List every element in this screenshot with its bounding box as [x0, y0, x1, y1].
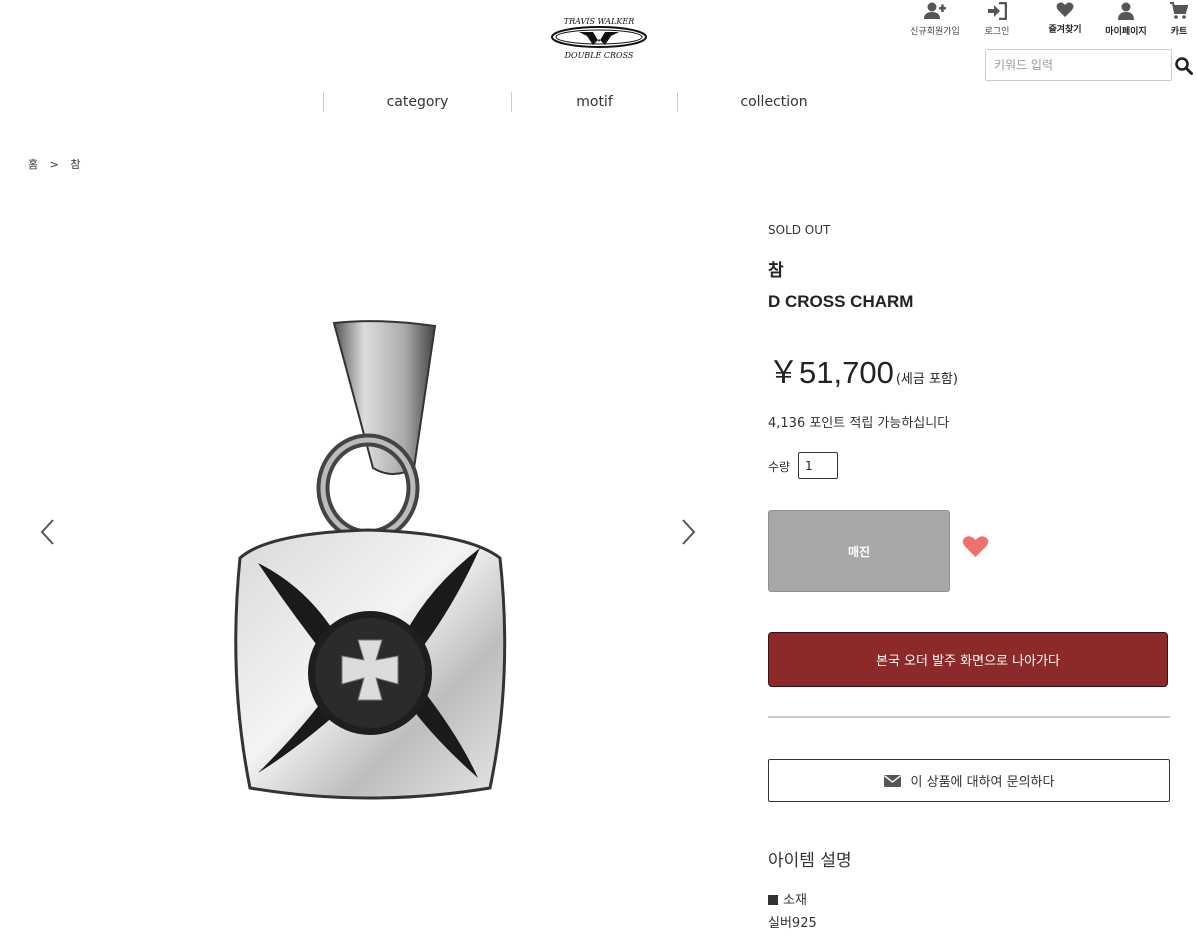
logo-text-top: TRAVIS WALKER — [564, 17, 634, 26]
spec-value: 실버925 — [768, 916, 817, 931]
spec-label-text: 소재 — [783, 893, 807, 908]
product-category: 참 — [768, 261, 784, 281]
cart-label: 카트 — [1170, 27, 1188, 37]
sign-in-icon — [988, 2, 1007, 20]
main-nav: category motif collection — [0, 92, 1197, 114]
mypage-link[interactable]: 마이페이지 — [1100, 2, 1152, 37]
breadcrumb: 홈 > 참 — [28, 156, 88, 172]
chevron-right-icon — [682, 519, 696, 545]
nav-item-category[interactable]: category — [324, 94, 511, 110]
logo-text-bottom: DOUBLE CROSS — [564, 51, 634, 60]
order-button[interactable]: 본국 오더 발주 화면으로 나아가다 — [768, 632, 1168, 687]
stock-status: SOLD OUT — [768, 223, 831, 237]
favorite-button[interactable] — [962, 535, 989, 559]
order-button-label: 본국 오더 발주 화면으로 나아가다 — [876, 654, 1060, 669]
breadcrumb-separator: > — [49, 158, 59, 171]
tax-note: (세금 포함) — [895, 372, 958, 387]
product-price: ￥51,700 (세금 포함) — [768, 347, 958, 392]
nav-item-collection[interactable]: collection — [678, 94, 870, 110]
heart-icon — [962, 536, 989, 557]
user-icon — [1118, 2, 1134, 20]
favorites-link[interactable]: 즐겨찾기 — [1040, 2, 1090, 35]
cart-icon — [1170, 2, 1188, 19]
brand-logo[interactable]: TRAVIS WALKER DOUBLE CROSS — [549, 12, 649, 62]
chevron-left-icon — [40, 519, 54, 545]
cart-link[interactable]: 카트 — [1164, 2, 1194, 37]
quantity-label: 수량 — [768, 460, 791, 474]
search-input[interactable] — [985, 49, 1172, 81]
soldout-button-label: 매진 — [847, 544, 871, 559]
mypage-label: 마이페이지 — [1105, 27, 1147, 37]
divider — [768, 716, 1170, 718]
breadcrumb-home[interactable]: 홈 — [28, 158, 38, 171]
quantity-input[interactable] — [798, 452, 838, 479]
login-link[interactable]: 로그인 — [978, 2, 1016, 37]
inquire-button-label: 이 상품에 대하여 문의하다 — [910, 775, 1055, 790]
description-title: 아이템 설명 — [768, 851, 852, 871]
breadcrumb-current[interactable]: 참 — [70, 158, 80, 171]
inquire-button[interactable]: 이 상품에 대하여 문의하다 — [768, 759, 1170, 802]
search-icon — [1175, 57, 1193, 75]
product-name: D CROSS CHARM — [768, 292, 914, 311]
nav-item-motif[interactable]: motif — [512, 94, 677, 110]
gallery-prev-button[interactable] — [38, 518, 58, 546]
spec-label: 소재 — [768, 889, 807, 908]
square-bullet-icon — [768, 895, 778, 905]
points-note: 4,136 포인트 적립 가능하십니다 — [768, 416, 950, 431]
signup-label: 신규회원가입 — [910, 27, 960, 37]
signup-link[interactable]: 신규회원가입 — [905, 2, 965, 37]
favorites-label: 즐겨찾기 — [1048, 25, 1082, 35]
search-button[interactable] — [1175, 57, 1193, 75]
envelope-icon — [883, 774, 901, 787]
soldout-button: 매진 — [768, 510, 950, 592]
gallery-next-button[interactable] — [678, 518, 698, 546]
heart-icon — [1056, 2, 1074, 17]
add-user-icon — [924, 2, 946, 19]
product-image — [228, 318, 510, 803]
login-label: 로그인 — [984, 27, 1010, 37]
price-amount: ￥51,700 — [768, 355, 894, 390]
